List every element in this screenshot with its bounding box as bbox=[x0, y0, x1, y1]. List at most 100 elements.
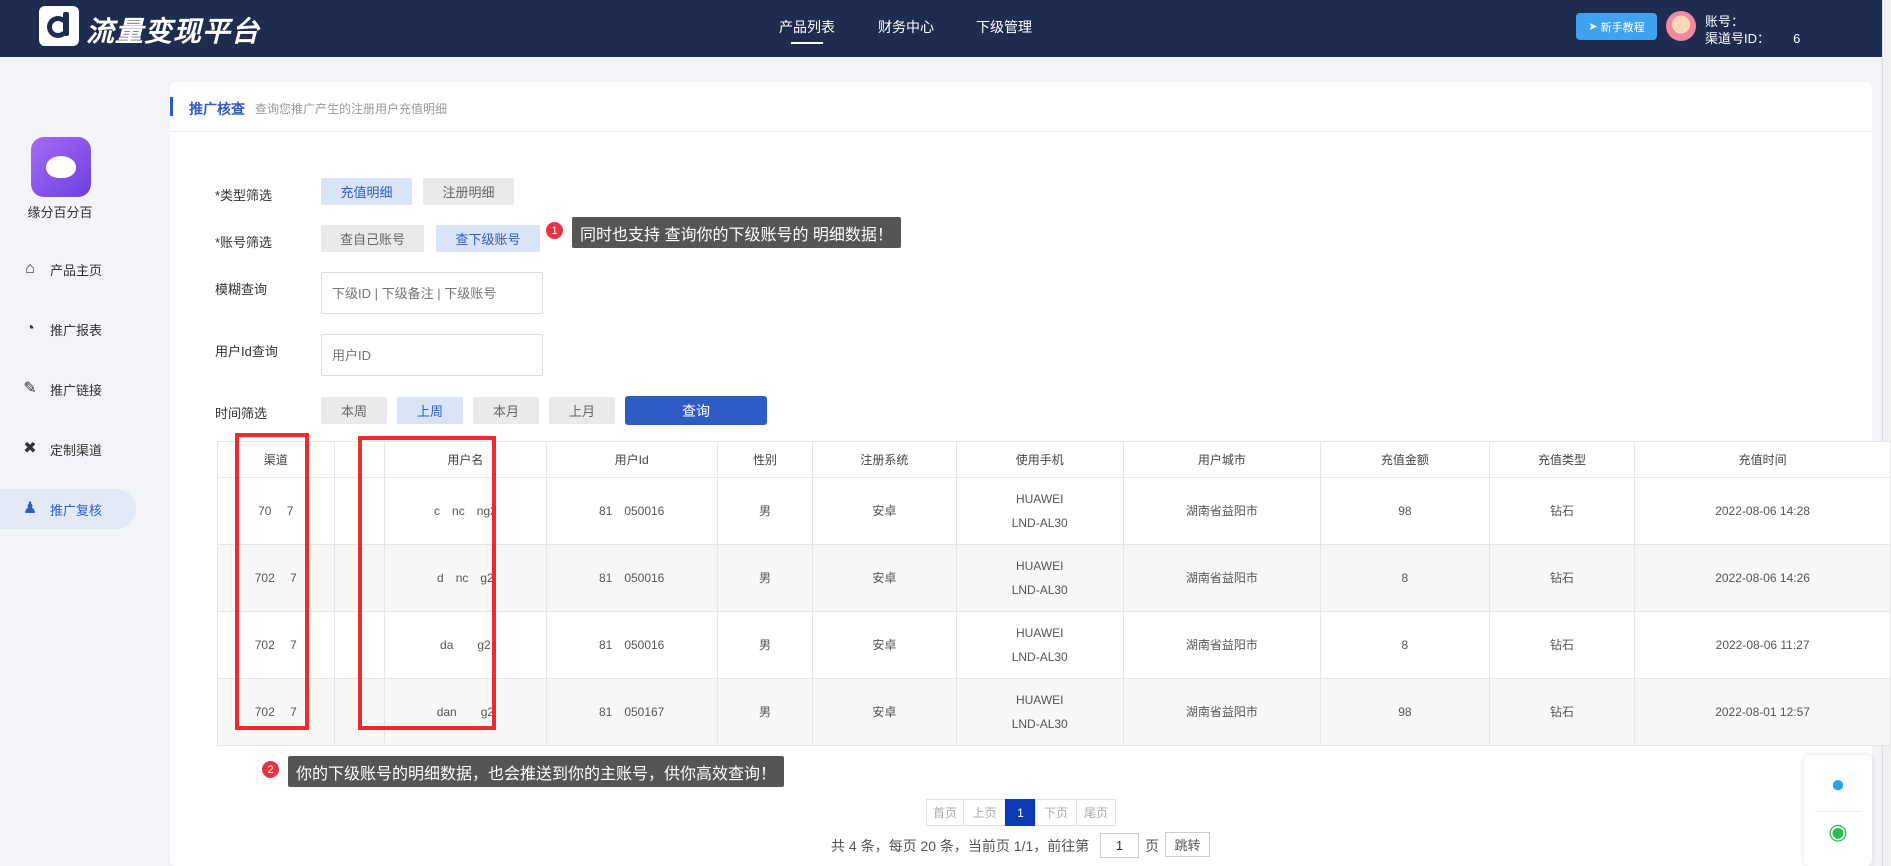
cell-userid: 81 050016 bbox=[546, 544, 718, 612]
wechat-icon[interactable]: ◉ bbox=[1824, 817, 1852, 847]
sidebar-item-label: 定制渠道 bbox=[50, 442, 103, 458]
channel-column-highlight bbox=[235, 433, 309, 730]
page-current-button[interactable]: 1 bbox=[1005, 799, 1036, 826]
cell-phone: HUAWEI LND-AL30 bbox=[956, 611, 1124, 679]
col-register-os[interactable]: 注册系统 bbox=[812, 441, 957, 478]
page-number-input[interactable] bbox=[1100, 833, 1139, 858]
card-header: 推广核查 查询您推广产生的注册用户充值明细 bbox=[170, 82, 1872, 132]
col-gender[interactable]: 性别 bbox=[717, 441, 814, 478]
sidebar-item-label: 推广报表 bbox=[50, 322, 103, 338]
sidebar-item-promotion-review[interactable]: ♟ 推广复核 bbox=[0, 489, 136, 529]
col-recharge-time[interactable]: 充值时间 bbox=[1634, 441, 1891, 478]
tip-sub-account-query: 同时也支持 查询你的下级账号的 明细数据！ bbox=[572, 217, 901, 248]
sidebar-item-label: 推广复核 bbox=[50, 502, 103, 518]
cell-gender: 男 bbox=[717, 477, 814, 545]
cell-amount: 8 bbox=[1320, 611, 1490, 679]
cell-amount: 98 bbox=[1320, 477, 1490, 545]
cell-phone: HUAWEI LND-AL30 bbox=[956, 678, 1124, 746]
time-this-week-button[interactable]: 本周 bbox=[321, 397, 387, 424]
cell-time: 2022-08-06 11:27 bbox=[1634, 611, 1891, 679]
pagination-info: 共 4 条，每页 20 条，当前页 1/1，前往第 bbox=[831, 838, 1090, 854]
phone-brand: HUAWEI bbox=[1015, 626, 1064, 640]
user-avatar[interactable] bbox=[1666, 11, 1696, 41]
title-marker bbox=[170, 97, 173, 116]
tip-badge-1: 1 bbox=[546, 222, 563, 239]
cell-amount: 8 bbox=[1320, 544, 1490, 612]
page-jump-button[interactable]: 跳转 bbox=[1165, 832, 1210, 857]
cell-city: 湖南省益阳市 bbox=[1123, 678, 1321, 746]
cell-type: 钻石 bbox=[1489, 611, 1636, 679]
type-register-button[interactable]: 注册明细 bbox=[423, 178, 514, 205]
cell-os: 安卓 bbox=[812, 611, 957, 679]
col-city[interactable]: 用户城市 bbox=[1123, 441, 1321, 478]
cell-gender: 男 bbox=[717, 544, 814, 612]
cell-amount: 98 bbox=[1320, 678, 1490, 746]
col-phone[interactable]: 使用手机 bbox=[956, 441, 1124, 478]
sidebar-item-promotion-link[interactable]: ✎ 推广链接 bbox=[0, 369, 136, 409]
cell-city: 湖南省益阳市 bbox=[1123, 477, 1321, 545]
type-recharge-button[interactable]: 充值明细 bbox=[321, 178, 412, 205]
qq-icon[interactable]: ● bbox=[1825, 770, 1851, 800]
time-last-month-button[interactable]: 上月 bbox=[549, 397, 615, 424]
phone-brand: HUAWEI bbox=[1015, 559, 1064, 573]
tools-icon: ✖ bbox=[23, 440, 37, 457]
phone-model: LND-AL30 bbox=[1011, 516, 1068, 530]
account-filter-label: *账号筛选 bbox=[215, 235, 273, 250]
cell-gender: 男 bbox=[717, 678, 814, 746]
cell-city: 湖南省益阳市 bbox=[1123, 544, 1321, 612]
tip-push-to-main-account: 你的下级账号的明细数据，也会推送到你的主账号，供你高效查询！ bbox=[288, 756, 785, 787]
top-navbar: 流量变现平台 产品列表 财务中心 下级管理 ➤ 新手教程 账号： 渠道号ID： … bbox=[0, 0, 1882, 57]
cell-os: 安卓 bbox=[812, 477, 957, 545]
page-prev-button[interactable]: 上页 bbox=[963, 799, 1006, 826]
platform-logo-text[interactable]: 流量变现平台 bbox=[86, 10, 260, 50]
time-this-month-button[interactable]: 本月 bbox=[473, 397, 539, 424]
page-first-button[interactable]: 首页 bbox=[926, 799, 964, 826]
col-amount[interactable]: 充值金额 bbox=[1320, 441, 1490, 478]
app-name: 缘分百分百 bbox=[27, 205, 93, 220]
page-last-button[interactable]: 尾页 bbox=[1076, 799, 1116, 826]
phone-model: LND-AL30 bbox=[1011, 583, 1068, 597]
cell-phone: HUAWEI LND-AL30 bbox=[956, 477, 1124, 545]
sidebar-item-product-home[interactable]: ⌂ 产品主页 bbox=[0, 249, 136, 289]
nav-product-list[interactable]: 产品列表 bbox=[779, 17, 835, 44]
cell-city: 湖南省益阳市 bbox=[1123, 611, 1321, 679]
phone-brand: HUAWEI bbox=[1015, 693, 1064, 707]
phone-brand: HUAWEI bbox=[1015, 492, 1064, 506]
sidebar-item-custom-channel[interactable]: ✖ 定制渠道 bbox=[0, 429, 136, 469]
fuzzy-query-input[interactable] bbox=[321, 272, 543, 314]
query-button[interactable]: 查询 bbox=[625, 396, 767, 425]
page-unit-label: 页 bbox=[1145, 838, 1159, 854]
home-icon: ⌂ bbox=[25, 260, 35, 277]
beginner-guide-button[interactable]: ➤ 新手教程 bbox=[1576, 13, 1657, 40]
sidebar-item-label: 产品主页 bbox=[50, 262, 103, 278]
page-subtitle: 查询您推广产生的注册用户充值明细 bbox=[255, 102, 448, 116]
sub-account-button[interactable]: 查下级账号 bbox=[436, 225, 540, 252]
platform-logo-icon[interactable] bbox=[39, 6, 79, 46]
col-userid[interactable]: 用户Id bbox=[546, 441, 718, 478]
report-icon: ◔ bbox=[25, 320, 35, 337]
own-account-button[interactable]: 查自己账号 bbox=[321, 225, 424, 252]
send-icon: ➤ bbox=[1588, 21, 1598, 33]
username-column-highlight bbox=[358, 436, 496, 730]
page-next-button[interactable]: 下页 bbox=[1035, 799, 1077, 826]
phone-model: LND-AL30 bbox=[1011, 717, 1068, 731]
cell-os: 安卓 bbox=[812, 678, 957, 746]
phone-model: LND-AL30 bbox=[1011, 650, 1068, 664]
link-icon: ✎ bbox=[23, 380, 37, 397]
col-recharge-type[interactable]: 充值类型 bbox=[1489, 441, 1636, 478]
float-divider bbox=[1814, 811, 1862, 812]
userid-query-input[interactable] bbox=[321, 334, 543, 376]
nav-finance-center[interactable]: 财务中心 bbox=[878, 17, 934, 37]
beginner-guide-label: 新手教程 bbox=[1600, 21, 1645, 34]
channel-id: 渠道号ID： 6 bbox=[1705, 31, 1801, 46]
sidebar: 缘分百分百 ⌂ 产品主页 ◔ 推广报表 ✎ 推广链接 ✖ 定制渠道 ♟ 推广复核 bbox=[0, 57, 160, 866]
cell-userid: 81 050016 bbox=[546, 477, 718, 545]
cell-gender: 男 bbox=[717, 611, 814, 679]
cell-time: 2022-08-01 12:57 bbox=[1634, 678, 1891, 746]
cell-time: 2022-08-06 14:26 bbox=[1634, 544, 1891, 612]
app-rabbit-icon[interactable] bbox=[31, 137, 91, 197]
nav-subordinate-management[interactable]: 下级管理 bbox=[976, 17, 1032, 37]
sidebar-item-promotion-report[interactable]: ◔ 推广报表 bbox=[0, 309, 136, 349]
time-last-week-button[interactable]: 上周 bbox=[397, 397, 463, 424]
fuzzy-query-label: 模糊查询 bbox=[215, 282, 268, 297]
